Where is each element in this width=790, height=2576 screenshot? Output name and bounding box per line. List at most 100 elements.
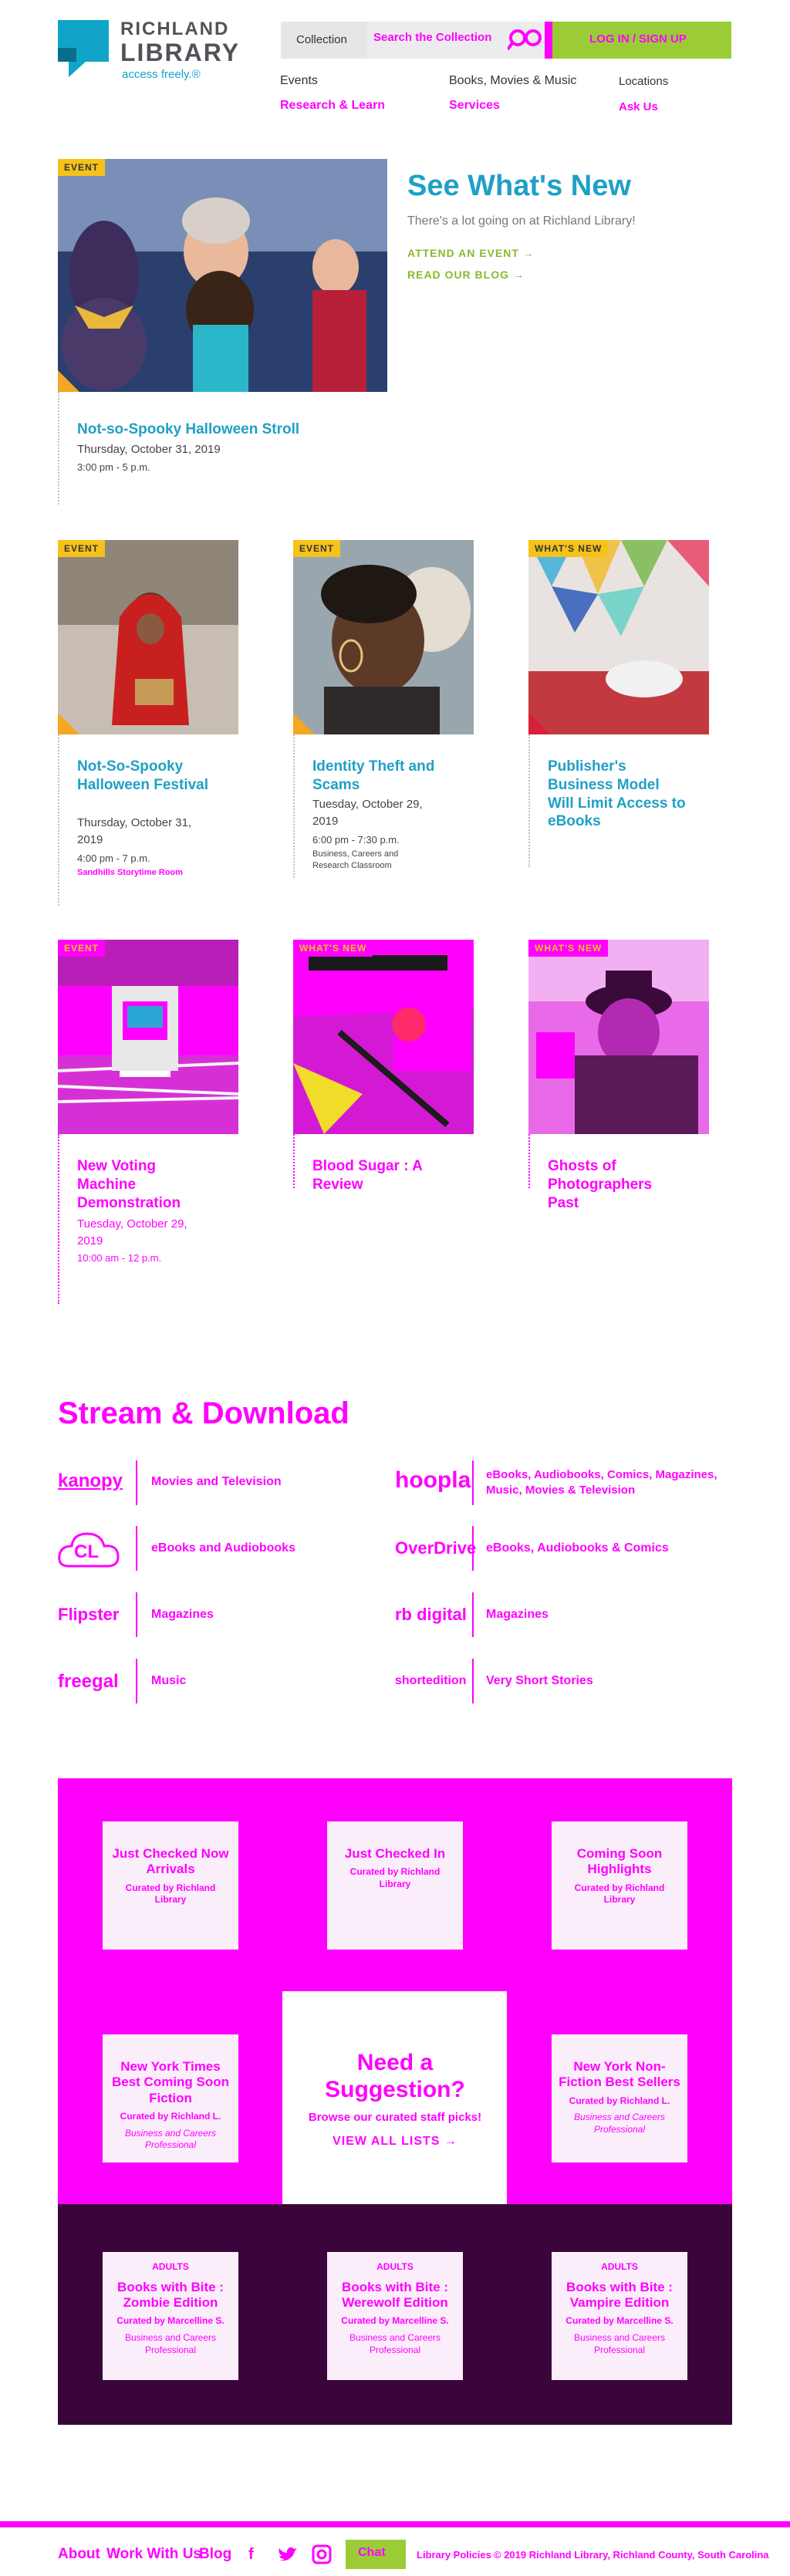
search-icon[interactable]	[506, 28, 546, 51]
list-sub: Business and Careers Professional	[573, 2331, 666, 2355]
twitter-icon[interactable]	[278, 2546, 298, 2563]
footer-work-link[interactable]: Work With Us	[106, 2546, 201, 2563]
divider	[528, 1134, 530, 1188]
nav-books[interactable]: Books, Movies & Music	[449, 74, 576, 88]
card-title[interactable]: Not-So-Spooky Halloween Festival	[77, 758, 208, 795]
footer-policies-link[interactable]: Library Policies	[417, 2549, 491, 2561]
card-title[interactable]: Ghosts of Photographers Past	[548, 1157, 687, 1212]
card-date: Tuesday, October 29, 2019	[312, 798, 423, 828]
short-edition-logo[interactable]: shortedition	[395, 1674, 466, 1688]
cloud-library-logo[interactable]: CL	[74, 1541, 99, 1563]
list-curator: Curated by Richland Library	[349, 1866, 441, 1889]
card-image[interactable]: WHAT'S NEW	[528, 540, 709, 734]
service-desc: Music	[151, 1674, 187, 1687]
card-image[interactable]: WHAT'S NEW	[293, 940, 474, 1134]
suggestion-panel: Need a Suggestion? Browse our curated st…	[282, 1991, 508, 2204]
list-tile[interactable]: ADULTS Books with Bite : Werewolf Editio…	[282, 2204, 508, 2425]
hoopla-logo[interactable]: hoopla	[395, 1467, 471, 1494]
card-time: 4:00 pm - 7 p.m.	[77, 852, 150, 864]
feature-date: Thursday, October 31, 2019	[77, 443, 221, 456]
card-tag: EVENT	[58, 940, 106, 957]
list-curator: Curated by Marcelline S.	[116, 2315, 225, 2327]
view-all-lists-link[interactable]: VIEW ALL LISTS →	[282, 2135, 508, 2149]
list-title: Coming Soon Highlights	[576, 1846, 663, 1877]
list-card: New York Non-Fiction Best Sellers Curate…	[552, 2034, 687, 2162]
card-image[interactable]: EVENT	[293, 540, 474, 734]
card-title[interactable]: Identity Theft and Scams	[312, 758, 474, 795]
list-sub: Business and Careers Professional	[573, 2112, 666, 2135]
list-curator: Curated by Marcelline S.	[565, 2315, 674, 2327]
list-badge: ADULTS	[601, 2261, 638, 2272]
nav-services[interactable]: Services	[449, 99, 500, 113]
card-image[interactable]: WHAT'S NEW	[528, 940, 709, 1134]
divider	[136, 1460, 137, 1505]
freegal-logo[interactable]: freegal	[58, 1671, 119, 1693]
card-tag: WHAT'S NEW	[293, 940, 373, 957]
list-tile[interactable]: New York Non-Fiction Best Sellers Curate…	[507, 1991, 732, 2204]
card-image[interactable]: EVENT	[58, 940, 238, 1134]
divider	[528, 734, 530, 867]
nav-locations[interactable]: Locations	[619, 75, 668, 88]
card-tag: EVENT	[293, 540, 341, 557]
rbdigital-logo[interactable]: rb digital	[395, 1605, 467, 1625]
list-tile[interactable]: ADULTS Books with Bite : Vampire Edition…	[507, 2204, 732, 2425]
feature-image[interactable]: EVENT	[58, 159, 387, 392]
card-tag: WHAT'S NEW	[528, 540, 609, 557]
stream-heading: Stream & Download	[58, 1396, 349, 1430]
corner-accent	[58, 370, 79, 392]
list-title: Books with Bite : Zombie Edition	[117, 2279, 224, 2310]
login-label: LOG IN / SIGN UP	[589, 32, 687, 46]
service-desc: Movies and Television	[151, 1475, 282, 1488]
login-button[interactable]: LOG IN / SIGN UP	[545, 22, 731, 59]
library-logo-icon[interactable]	[58, 20, 109, 77]
overdrive-logo[interactable]: OverDrive	[395, 1538, 476, 1558]
list-sub: Business and Careers Professional	[349, 2331, 441, 2355]
footer-about-link[interactable]: About	[58, 2546, 100, 2563]
card-title[interactable]: New Voting Machine Demonstration	[77, 1157, 208, 1212]
list-tile[interactable]: Coming Soon Highlights Curated by Richla…	[507, 1778, 732, 1991]
service-desc: eBooks, Audiobooks, Comics, Magazines, M…	[486, 1468, 717, 1497]
logo-line2: LIBRARY	[120, 39, 241, 66]
divider	[136, 1592, 137, 1637]
divider	[58, 734, 59, 906]
list-card: ADULTS Books with Bite : Werewolf Editio…	[327, 2252, 463, 2380]
divider	[293, 734, 295, 878]
list-curator: Curated by Richland Library	[574, 1882, 665, 1906]
divider	[472, 1460, 474, 1505]
list-curator: Curated by Richland L.	[120, 2111, 221, 2122]
chat-button[interactable]: Chat	[346, 2540, 406, 2569]
footer-copyright: © 2019 Richland Library, Richland County…	[494, 2549, 769, 2561]
footer-blog-link[interactable]: Blog	[199, 2546, 231, 2563]
list-tile[interactable]: New York Times Best Coming Soon Fiction …	[58, 1991, 283, 2204]
flipster-logo[interactable]: Flipster	[58, 1605, 119, 1625]
nav-events[interactable]: Events	[280, 74, 318, 88]
list-title: Just Checked Now Arrivals	[112, 1846, 229, 1877]
kanopy-logo[interactable]: kanopy	[58, 1470, 123, 1492]
attend-event-link[interactable]: ATTEND AN EVENT →	[407, 247, 535, 259]
nav-ask-us[interactable]: Ask Us	[619, 100, 658, 113]
card-title[interactable]: Publisher's Business Model Will Limit Ac…	[548, 758, 687, 831]
list-card: Just Checked Now Arrivals Curated by Ric…	[103, 1821, 238, 1950]
service-desc: Very Short Stories	[486, 1674, 593, 1687]
list-tile[interactable]: Just Checked Now Arrivals Curated by Ric…	[58, 1778, 283, 1991]
feature-title[interactable]: Not-so-Spooky Halloween Stroll	[77, 421, 299, 438]
card-title[interactable]: Blood Sugar : A Review	[312, 1157, 467, 1194]
card-tag: EVENT	[58, 540, 106, 557]
footer-bar	[0, 2521, 790, 2527]
list-tile[interactable]: ADULTS Books with Bite : Zombie Edition …	[58, 2204, 283, 2425]
list-tile[interactable]: Just Checked In Curated by Richland Libr…	[282, 1778, 508, 1991]
whats-new-heading: See What's New	[407, 170, 631, 202]
list-curator: Curated by Richland Library	[125, 1882, 216, 1906]
divider	[472, 1526, 474, 1571]
search-input[interactable]: Search the Collection	[373, 31, 491, 44]
read-blog-link[interactable]: READ OUR BLOG →	[407, 268, 525, 281]
instagram-icon[interactable]	[312, 2544, 332, 2564]
search-scope-select[interactable]: Collection	[281, 22, 367, 59]
facebook-icon[interactable]: f	[248, 2546, 254, 2564]
corner-accent	[528, 713, 550, 734]
service-desc: Magazines	[486, 1608, 549, 1621]
nav-research[interactable]: Research & Learn	[280, 99, 385, 113]
card-image[interactable]: EVENT	[58, 540, 238, 734]
list-card: ADULTS Books with Bite : Zombie Edition …	[103, 2252, 238, 2380]
tagline: access freely.®	[122, 68, 201, 81]
